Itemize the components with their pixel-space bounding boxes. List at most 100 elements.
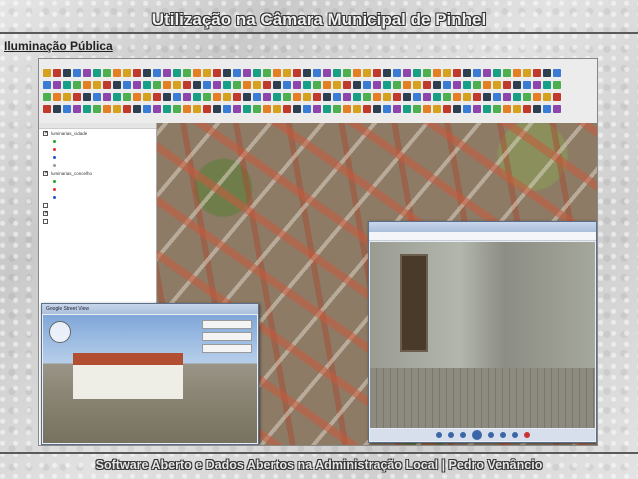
layer-item[interactable] [39,201,156,209]
toolbar-icon[interactable] [483,105,491,113]
toolbar-icon[interactable] [123,105,131,113]
toolbar-icon[interactable] [393,81,401,89]
toolbar-icon[interactable] [463,105,471,113]
toolbar-icon[interactable] [453,93,461,101]
toolbar-icon[interactable] [353,105,361,113]
toolbar-icon[interactable] [543,93,551,101]
toolbar-icon[interactable] [213,105,221,113]
layer-item[interactable] [39,185,156,193]
layer-checkbox[interactable]: ✕ [43,210,48,216]
toolbar-icon[interactable] [383,69,391,77]
toolbar-icon[interactable] [543,105,551,113]
zoom-icon[interactable] [435,432,442,438]
layer-item[interactable] [39,177,156,185]
toolbar-icon[interactable] [103,93,111,101]
toolbar-icon[interactable] [443,69,451,77]
toolbar-icon[interactable] [83,93,91,101]
toolbar-icon[interactable] [153,69,161,77]
toolbar-icon[interactable] [163,93,171,101]
toolbar-icon[interactable] [423,105,431,113]
toolbar-icon[interactable] [43,81,51,89]
toolbar-icon[interactable] [73,81,81,89]
toolbar-icon[interactable] [503,81,511,89]
toolbar-icon[interactable] [273,93,281,101]
toolbar-icon[interactable] [173,81,181,89]
layer-item[interactable] [39,193,156,201]
toolbar-icon[interactable] [333,93,341,101]
toolbar-icon[interactable] [73,105,81,113]
toolbar-icon[interactable] [83,105,91,113]
toolbar-icon[interactable] [53,81,61,89]
toolbar-icon[interactable] [253,81,261,89]
toolbar-icon[interactable] [433,105,441,113]
toolbar-icon[interactable] [523,69,531,77]
toolbar-icon[interactable] [333,69,341,77]
toolbar-icon[interactable] [283,93,291,101]
toolbar-icon[interactable] [423,69,431,77]
toolbar-icon[interactable] [413,69,421,77]
toolbar-icon[interactable] [533,93,541,101]
toolbar-icon[interactable] [123,81,131,89]
toolbar-icon[interactable] [123,69,131,77]
toolbar-icon[interactable] [393,69,401,77]
toolbar-icon[interactable] [453,81,461,89]
toolbar-icon[interactable] [353,81,361,89]
layer-item[interactable]: ✕ luminarias_cidade [39,129,156,137]
toolbar-icon[interactable] [503,69,511,77]
toolbar-icon[interactable] [133,105,141,113]
toolbar-icon[interactable] [313,69,321,77]
layer-item[interactable] [39,145,156,153]
toolbar-icon[interactable] [53,69,61,77]
toolbar-icon[interactable] [53,93,61,101]
toolbar-icon[interactable] [413,93,421,101]
toolbar-icon[interactable] [253,69,261,77]
toolbar-icon[interactable] [393,93,401,101]
toolbar-icon[interactable] [363,93,371,101]
toolbar-icon[interactable] [483,93,491,101]
toolbar-icon[interactable] [403,93,411,101]
toolbar-icon[interactable] [223,69,231,77]
layer-checkbox[interactable]: ✕ [43,170,48,176]
toolbar-icon[interactable] [513,81,521,89]
toolbar-icon[interactable] [473,69,481,77]
toolbar-icon[interactable] [323,81,331,89]
toolbar-icon[interactable] [473,105,481,113]
toolbar-icon[interactable] [373,69,381,77]
toolbar-icon[interactable] [263,69,271,77]
toolbar-icon[interactable] [313,105,321,113]
toolbar-icon[interactable] [323,69,331,77]
toolbar-icon[interactable] [443,81,451,89]
toolbar-icon[interactable] [213,93,221,101]
toolbar-icon[interactable] [63,105,71,113]
toolbar-icon[interactable] [253,93,261,101]
toolbar-icon[interactable] [293,69,301,77]
layer-item[interactable] [39,161,156,169]
toolbar-icon[interactable] [323,105,331,113]
toolbar-icon[interactable] [113,93,121,101]
toolbar-icon[interactable] [343,105,351,113]
toolbar-icon[interactable] [133,81,141,89]
toolbar-icon[interactable] [513,69,521,77]
previous-icon[interactable] [459,432,466,438]
toolbar-icon[interactable] [553,93,561,101]
toolbar-icon[interactable] [493,93,501,101]
toolbar-icon[interactable] [553,69,561,77]
layer-item[interactable]: ✕ luminarias_concelho [39,169,156,177]
toolbar-icon[interactable] [533,81,541,89]
nav-control[interactable] [49,321,71,343]
layer-checkbox[interactable] [43,202,48,208]
toolbar-icon[interactable] [523,93,531,101]
toolbar-icon[interactable] [393,105,401,113]
toolbar-icon[interactable] [93,93,101,101]
actual-size-icon[interactable] [447,432,454,438]
toolbar-icon[interactable] [73,69,81,77]
toolbar-icon[interactable] [223,93,231,101]
toolbar-icon[interactable] [343,93,351,101]
toolbar-icon[interactable] [303,93,311,101]
toolbar-icon[interactable] [283,81,291,89]
toolbar-icon[interactable] [253,105,261,113]
toolbar-icon[interactable] [473,93,481,101]
toolbar-icon[interactable] [493,105,501,113]
toolbar-icon[interactable] [213,69,221,77]
toolbar-icon[interactable] [163,69,171,77]
